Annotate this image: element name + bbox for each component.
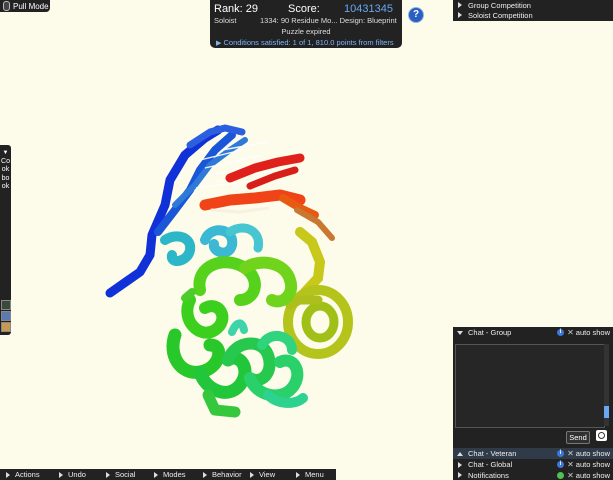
loop-cyan <box>160 223 264 266</box>
expand-triangle-icon <box>106 471 110 478</box>
chat-veteran-label: Chat - Veteran <box>468 449 517 458</box>
menu-actions-label: Actions <box>15 470 40 479</box>
mouse-icon <box>3 1 10 11</box>
cookbook-label: Cookbook <box>1 157 10 191</box>
menu-actions[interactable]: Actions <box>0 470 53 479</box>
info-icon[interactable]: i <box>557 329 565 336</box>
close-icon[interactable]: ✕ <box>567 471 574 480</box>
close-icon[interactable]: ✕ <box>567 449 574 458</box>
chat-group-panel: Chat - Group i ✕ auto show Send <box>453 327 613 448</box>
expand-triangle-icon <box>458 2 462 8</box>
bottom-menu-bar: Actions Undo Social Modes Behavior View … <box>0 469 336 480</box>
expand-triangle-icon <box>203 471 207 478</box>
expand-triangle-icon <box>457 451 463 456</box>
recipe-icon[interactable] <box>1 300 11 310</box>
conditions-text: Conditions satisfied: 1 of 1, 810.0 poin… <box>223 38 394 47</box>
expand-triangle-icon <box>458 12 462 18</box>
menu-view-label: View <box>259 470 276 479</box>
autoshow-label[interactable]: auto show <box>576 460 610 469</box>
menu-modes-label: Modes <box>163 470 186 479</box>
expand-triangle-icon <box>154 471 158 478</box>
autoshow-label[interactable]: auto show <box>576 449 610 458</box>
autoshow-label[interactable]: auto show <box>576 471 610 480</box>
chat-group-label: Chat - Group <box>468 328 512 337</box>
puzzle-name: 1334: 90 Residue Mo... Design: Blueprint <box>260 16 397 25</box>
expand-triangle-icon <box>250 471 254 478</box>
mode-label: Soloist <box>214 16 237 25</box>
menu-behavior-label: Behavior <box>212 470 242 479</box>
soloist-competition-item[interactable]: Soloist Competition <box>453 10 613 20</box>
chat-veteran-header[interactable]: Chat - Veteran i ✕ auto show <box>453 448 613 459</box>
score-panel: Rank: 29 Score: 10431345 Soloist 1334: 9… <box>210 0 402 48</box>
collapse-triangle-icon: ▼ <box>2 150 9 156</box>
status-dot-icon <box>557 471 565 479</box>
competitions-panel: Group Competition Soloist Competition <box>453 0 613 21</box>
puzzle-status: Puzzle expired <box>281 27 331 36</box>
score-value: 10431345 <box>344 3 393 15</box>
menu-undo-label: Undo <box>68 470 86 479</box>
expand-triangle-icon <box>59 471 63 478</box>
helix-green <box>166 256 304 418</box>
chat-input[interactable] <box>455 430 563 442</box>
autoshow-label[interactable]: auto show <box>576 328 610 337</box>
chat-global-label: Chat - Global <box>468 460 513 469</box>
group-competition-label: Group Competition <box>468 0 531 10</box>
chat-group-header[interactable]: Chat - Group i ✕ auto show <box>453 327 613 338</box>
menu-menu-label: Menu <box>305 470 324 479</box>
expand-triangle-icon <box>296 471 300 478</box>
scrollbar-thumb[interactable] <box>604 406 609 418</box>
close-icon[interactable]: ✕ <box>567 460 574 469</box>
menu-social-label: Social <box>115 470 136 479</box>
expand-triangle-icon <box>458 461 462 468</box>
script-icon[interactable] <box>1 311 11 321</box>
info-icon[interactable]: i <box>557 450 565 457</box>
menu-menu[interactable]: Menu <box>290 470 334 479</box>
pull-mode-button[interactable]: Pull Mode <box>0 0 50 12</box>
menu-social[interactable]: Social <box>100 470 148 479</box>
notes-icon[interactable] <box>1 322 11 332</box>
close-icon[interactable]: ✕ <box>567 328 574 337</box>
conditions-toggle[interactable]: ▶ Conditions satisfied: 1 of 1, 810.0 po… <box>216 38 394 47</box>
cookbook-panel[interactable]: ▼ Cookbook <box>0 145 11 335</box>
expand-triangle-icon <box>458 472 462 478</box>
group-competition-item[interactable]: Group Competition <box>453 0 613 10</box>
chat-scrollbar[interactable] <box>604 344 609 426</box>
chat-global-header[interactable]: Chat - Global i ✕ auto show <box>453 459 613 470</box>
cookbook-tab[interactable]: ▼ Cookbook <box>1 149 10 192</box>
menu-view[interactable]: View <box>244 470 290 479</box>
soloist-competition-label: Soloist Competition <box>468 10 533 20</box>
score-label: Score: <box>288 3 320 15</box>
notifications-header[interactable]: Notifications ✕ auto show <box>453 470 613 480</box>
expand-triangle-icon <box>6 471 10 478</box>
info-icon[interactable]: i <box>557 461 565 468</box>
helix-yellow <box>283 227 353 359</box>
send-button[interactable]: Send <box>566 431 590 444</box>
menu-undo[interactable]: Undo <box>53 470 100 479</box>
pull-mode-label: Pull Mode <box>13 1 49 11</box>
help-button[interactable]: ? <box>408 7 424 23</box>
chat-messages <box>455 344 605 428</box>
clock-icon[interactable] <box>596 430 607 441</box>
menu-behavior[interactable]: Behavior <box>197 470 244 479</box>
menu-modes[interactable]: Modes <box>148 470 197 479</box>
collapse-triangle-icon <box>457 330 463 335</box>
rank-label: Rank: 29 <box>214 3 259 15</box>
expand-triangle-icon: ▶ <box>216 40 222 47</box>
notifications-label: Notifications <box>468 470 509 480</box>
